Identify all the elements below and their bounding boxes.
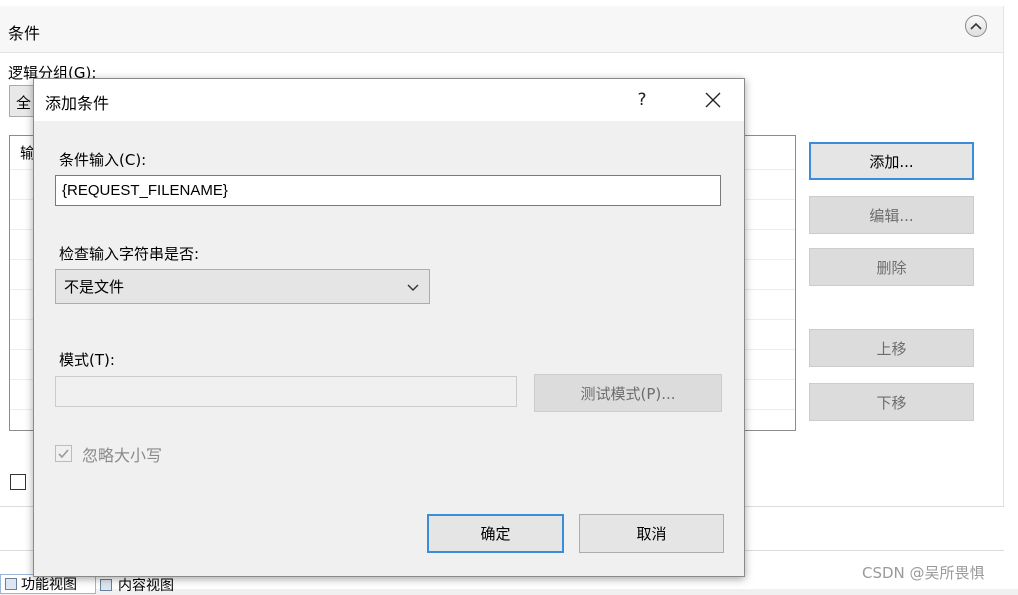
ignore-case-label: 忽略大小写: [82, 446, 163, 465]
section-header: [0, 6, 1004, 53]
pattern-input-field[interactable]: [55, 376, 517, 407]
cancel-button[interactable]: 取消: [579, 514, 724, 553]
edit-button[interactable]: 编辑...: [809, 196, 974, 234]
document-icon: [100, 579, 112, 591]
pattern-label: 模式(T):: [59, 351, 115, 369]
background-checkbox[interactable]: [10, 474, 26, 490]
ignore-case-checkbox[interactable]: [55, 445, 72, 462]
divider: [1003, 6, 1004, 506]
chevron-down-icon: [407, 284, 419, 291]
add-button[interactable]: 添加...: [809, 142, 974, 180]
test-pattern-button[interactable]: 测试模式(P)...: [534, 374, 722, 412]
chevron-up-icon: [970, 22, 982, 30]
tab-label: 功能视图: [21, 577, 77, 593]
help-button[interactable]: ?: [630, 87, 654, 113]
condition-input-label: 条件输入(C):: [59, 151, 147, 169]
tab-label: 内容视图: [118, 578, 174, 594]
check-select-value: 不是文件: [64, 278, 125, 296]
ok-button[interactable]: 确定: [427, 514, 564, 553]
tab-content-view[interactable]: 内容视图: [100, 576, 220, 594]
check-input-label: 检查输入字符串是否:: [59, 245, 200, 263]
delete-button[interactable]: 删除: [809, 248, 974, 286]
condition-input-field[interactable]: [55, 175, 721, 206]
move-down-button[interactable]: 下移: [809, 383, 974, 421]
check-input-select[interactable]: 不是文件: [55, 269, 430, 304]
section-title: 条件: [8, 24, 41, 43]
add-condition-dialog: 添加条件 ? 条件输入(C): 检查输入字符串是否: 不是文件 模式(T): 测…: [33, 78, 745, 577]
close-button[interactable]: [698, 85, 728, 115]
checkmark-icon: [58, 449, 69, 459]
collapse-icon[interactable]: [965, 15, 987, 37]
move-up-button[interactable]: 上移: [809, 329, 974, 367]
close-icon: [705, 92, 721, 108]
watermark: CSDN @吴所畏惧: [862, 564, 985, 582]
tab-feature-view[interactable]: 功能视图: [0, 574, 96, 594]
dialog-title: 添加条件: [45, 94, 110, 113]
grid-icon: [5, 578, 17, 590]
